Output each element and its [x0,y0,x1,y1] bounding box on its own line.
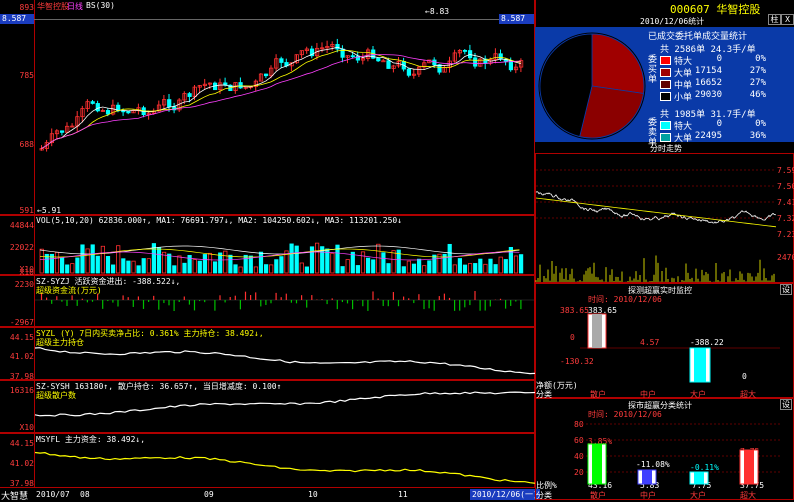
classify-bar-inner [744,450,754,484]
classify-bars[interactable] [0,0,794,500]
classify-bar-inner [642,470,652,484]
classify-bar-inner [694,472,704,484]
classify-bar-inner [592,444,602,484]
